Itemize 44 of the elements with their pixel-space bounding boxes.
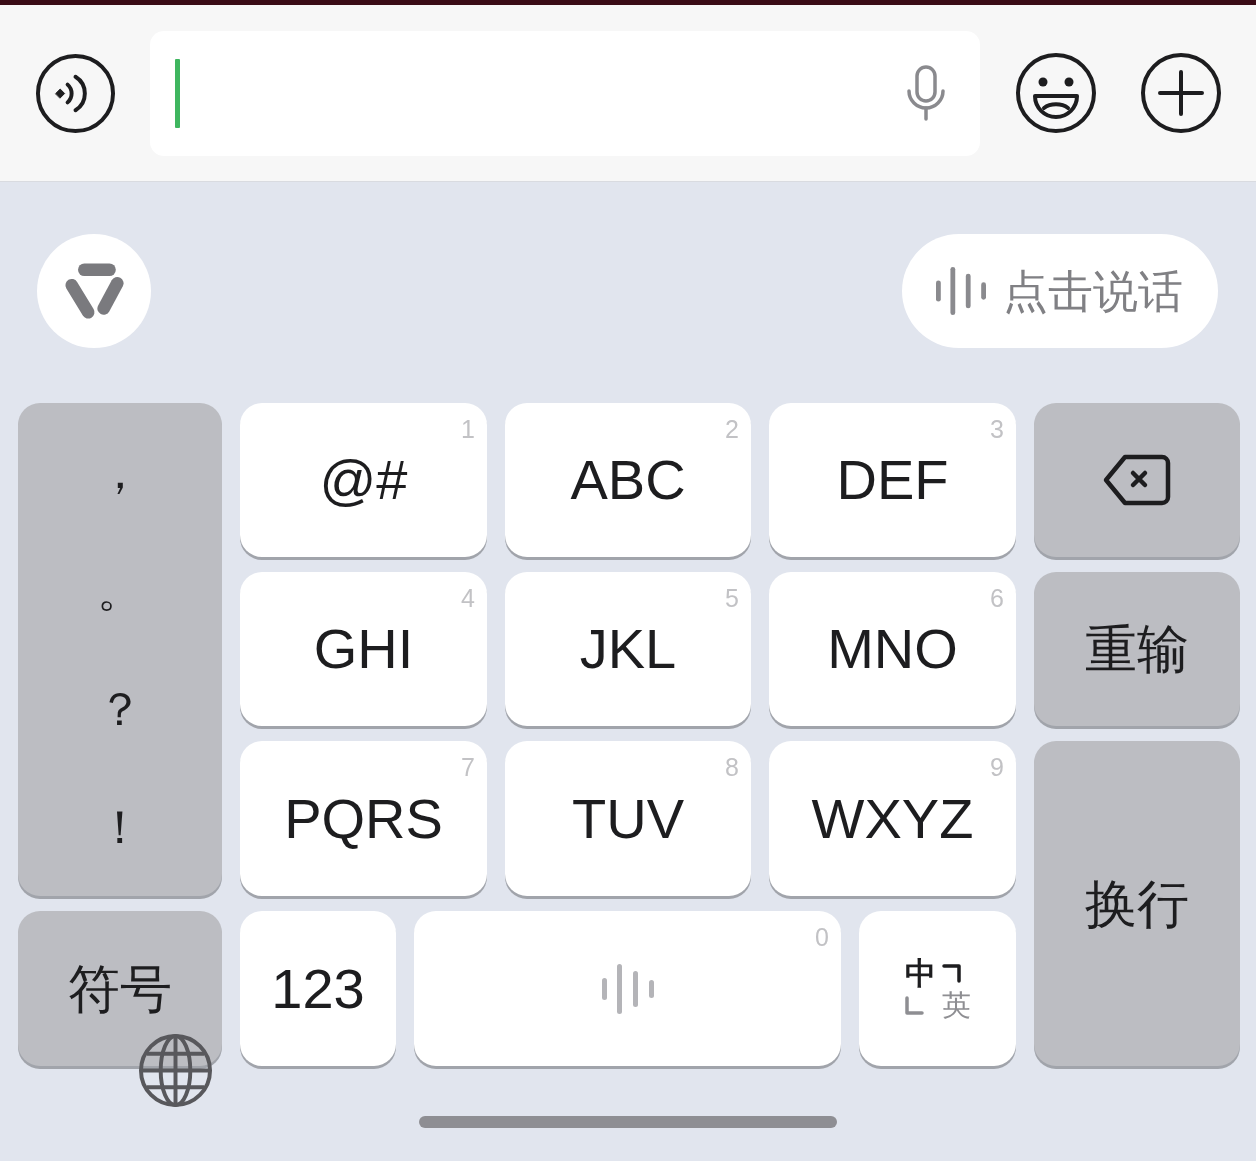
key-number-hint: 2	[725, 417, 739, 442]
punctuation-key[interactable]: 。	[93, 561, 147, 620]
language-option: 中	[904, 957, 936, 989]
globe-icon[interactable]	[138, 1033, 213, 1108]
backspace-key[interactable]	[1034, 403, 1240, 557]
keyboard-key[interactable]: 重输	[1034, 572, 1240, 726]
logo-icon	[63, 260, 125, 322]
corner-bracket-icon	[941, 963, 961, 983]
key-number-hint: 6	[990, 586, 1004, 611]
corner-bracket-icon	[904, 995, 924, 1015]
key-number-hint: 5	[725, 586, 739, 611]
key-number-hint: 1	[461, 417, 475, 442]
keyboard-key[interactable]: MNO 6	[769, 572, 1016, 726]
key-number-hint: 9	[990, 755, 1004, 780]
key-number-hint: 3	[990, 417, 1004, 442]
smiley-icon[interactable]	[1015, 52, 1097, 134]
punctuation-key[interactable]: ！	[93, 797, 147, 856]
language-switch-key[interactable]: 中 英	[859, 911, 1016, 1066]
key-number-hint: 0	[815, 925, 829, 950]
microphone-icon[interactable]	[905, 65, 947, 121]
keyboard-key[interactable]: WXYZ 9	[769, 741, 1016, 896]
keyboard-key[interactable]: TUV 8	[505, 741, 751, 896]
plus-icon[interactable]	[1140, 52, 1222, 134]
keyboard-key[interactable]: PQRS 7	[240, 741, 487, 896]
keyboard-key[interactable]: 符号	[18, 911, 222, 1066]
keyboard-key[interactable]: 换行	[1034, 741, 1240, 1066]
punctuation-key[interactable]: ，	[93, 443, 147, 502]
message-input[interactable]	[150, 30, 980, 156]
keyboard-key[interactable]: GHI 4	[240, 572, 487, 726]
waveform-icon	[601, 962, 654, 1015]
voice-mode-icon[interactable]	[35, 52, 116, 134]
key-number-hint: 8	[725, 755, 739, 780]
waveform-icon	[936, 266, 986, 316]
key-number-hint: 7	[461, 755, 475, 780]
key-number-hint: 4	[461, 586, 475, 611]
tap-to-talk-button[interactable]: 点击说话	[902, 234, 1218, 348]
keyboard-key[interactable]: DEF 3	[769, 403, 1016, 557]
keyboard-key[interactable]: JKL 5	[505, 572, 751, 726]
keyboard-key[interactable]: ABC 2	[505, 403, 751, 557]
keyboard-key[interactable]: 123	[240, 911, 396, 1066]
language-option: 英	[941, 990, 971, 1020]
punctuation-key[interactable]: ？	[93, 679, 147, 738]
keyboard-key[interactable]: @# 1	[240, 403, 487, 557]
backspace-icon	[1103, 454, 1171, 506]
